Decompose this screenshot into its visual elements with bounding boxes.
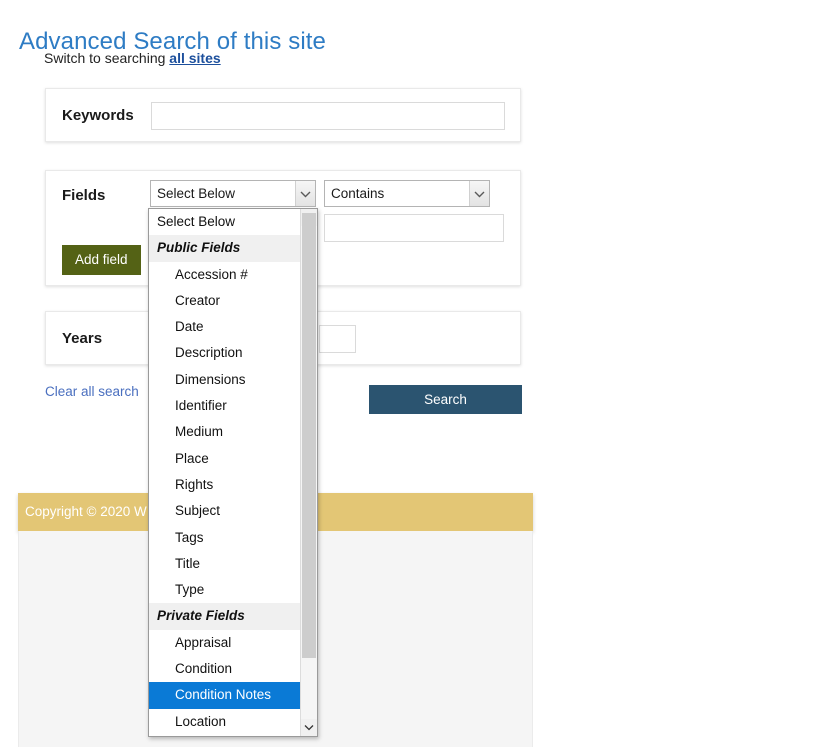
field-value-input[interactable] (324, 214, 504, 242)
field-dropdown-list[interactable]: Select Below Public Fields Accession # Crea… (149, 209, 300, 736)
years-input[interactable] (319, 325, 356, 353)
search-button[interactable]: Search (369, 385, 522, 414)
years-label: Years (62, 330, 103, 347)
footer-copyright: Copyright © 2020 W (25, 504, 147, 519)
dropdown-option[interactable]: Dimensions (149, 367, 300, 393)
dropdown-option[interactable]: Place (149, 446, 300, 472)
keywords-label: Keywords (62, 107, 134, 124)
dropdown-option[interactable]: Description (149, 340, 300, 366)
dropdown-option[interactable]: Subject (149, 498, 300, 524)
chevron-down-icon[interactable] (295, 181, 315, 206)
operator-select[interactable]: Contains (324, 180, 490, 207)
operator-select-value: Contains (331, 186, 385, 201)
dropdown-group-header: Private Fields (149, 603, 300, 630)
dropdown-option[interactable]: Type (149, 577, 300, 603)
keywords-input[interactable] (151, 102, 505, 130)
chevron-down-icon[interactable] (469, 181, 489, 206)
dropdown-option[interactable]: Appraisal (149, 630, 300, 656)
dropdown-option[interactable]: Identifier (149, 393, 300, 419)
keywords-panel: Keywords (45, 88, 521, 142)
dropdown-option[interactable]: Accession # (149, 262, 300, 288)
field-select-value: Select Below (157, 186, 236, 201)
dropdown-scrollbar[interactable] (300, 209, 317, 736)
field-select-dropdown[interactable]: Select Below Public Fields Accession # Crea… (148, 208, 318, 737)
fields-label: Fields (62, 187, 106, 204)
dropdown-option[interactable]: Medium (149, 419, 300, 445)
all-sites-link[interactable]: all sites (169, 50, 220, 66)
switch-search-prefix: Switch to searching (44, 50, 170, 66)
scrollbar-thumb[interactable] (302, 213, 316, 658)
dropdown-option[interactable]: Rights (149, 472, 300, 498)
field-select[interactable]: Select Below (150, 180, 316, 207)
dropdown-option[interactable]: Title (149, 551, 300, 577)
dropdown-option[interactable]: Tags (149, 525, 300, 551)
dropdown-option[interactable]: Location (149, 709, 300, 735)
dropdown-option[interactable]: Select Below (149, 209, 300, 235)
add-field-button[interactable]: Add field (62, 245, 141, 275)
clear-all-search-link[interactable]: Clear all search (45, 384, 139, 399)
switch-search-scope-line: Switch to searching all sites (44, 50, 221, 66)
dropdown-group-header: Public Fields (149, 235, 300, 262)
dropdown-option[interactable]: Condition Notes (149, 682, 300, 709)
dropdown-option[interactable]: Condition (149, 656, 300, 682)
dropdown-option[interactable]: Date (149, 314, 300, 340)
dropdown-option[interactable]: Creator (149, 288, 300, 314)
scroll-down-arrow-icon[interactable] (301, 719, 317, 736)
